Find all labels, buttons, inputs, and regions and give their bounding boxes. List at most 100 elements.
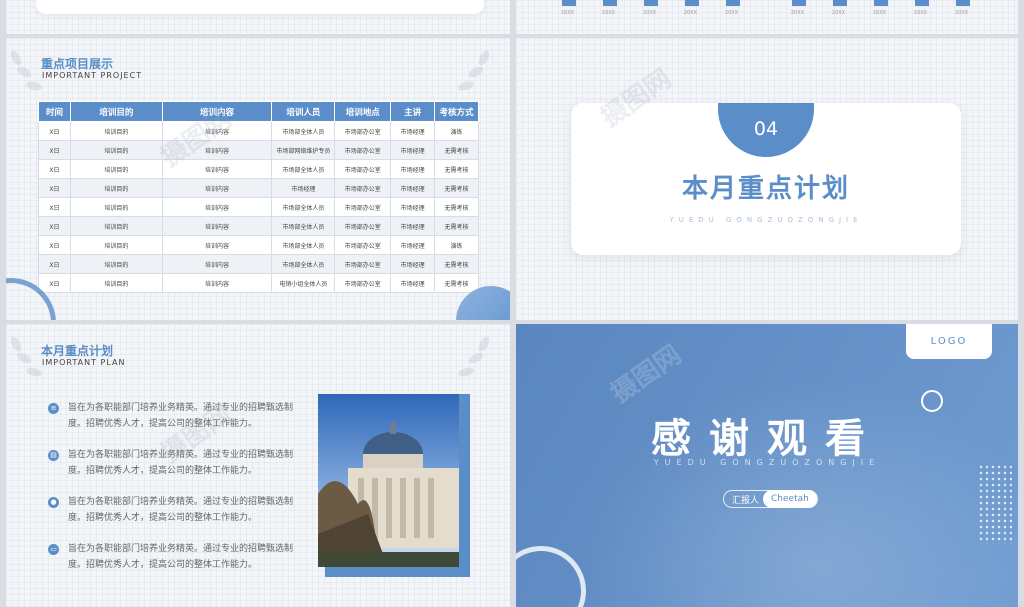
table-cell: X日 <box>38 235 71 255</box>
table-cell: 市场部办公室 <box>334 197 392 217</box>
list-item-text: 旨在为各职能部门培养业务精英。通过专业的招聘甄选制度。招聘优秀人才，提高公司的整… <box>68 450 294 476</box>
table-cell: 培训目的 <box>69 273 163 293</box>
list-icon: ≡ <box>48 403 59 414</box>
table-cell: 市场部全体人员 <box>271 254 336 274</box>
table-cell: 培训内容 <box>161 140 273 160</box>
table-cell: 无需考核 <box>434 178 479 198</box>
table-row: X日 培训目的 培训内容 市场部网络维护专员 市场部办公室 市场经理 无需考核 <box>38 140 479 160</box>
mini-label: 20XX <box>724 10 739 16</box>
table-cell: 培训内容 <box>161 235 273 255</box>
list-item-text: 旨在为各职能部门培养业务精英。通过专业的招聘甄选制度。招聘优秀人才，提高公司的整… <box>68 544 294 570</box>
list-item-text: 旨在为各职能部门培养业务精英。通过专业的招聘甄选制度。招聘优秀人才，提高公司的整… <box>68 403 294 429</box>
section-title: 本月重点计划 <box>41 344 114 358</box>
decor-ring <box>921 390 943 412</box>
thanks-subtitle: YUEDU GONGZUOZONGJIE <box>653 458 881 467</box>
column-header: 培训目的 <box>69 101 163 122</box>
thanks-title: 感谢观看 <box>651 416 883 462</box>
thanks-slide: LOGO 感谢观看 YUEDU GONGZUOZONGJIE 汇报人 Cheet… <box>516 324 1018 607</box>
building-photo <box>318 394 459 567</box>
mini-bar <box>562 0 576 6</box>
table-cell: 市场部全体人员 <box>271 197 336 217</box>
table-cell: X日 <box>38 197 71 217</box>
mini-label: 20XX <box>642 10 657 16</box>
column-header: 培训地点 <box>334 101 392 122</box>
mini-bar <box>685 0 699 6</box>
table-cell: X日 <box>38 140 71 160</box>
table-cell: 无需考核 <box>434 254 479 274</box>
table-row: X日 培训目的 培训内容 市场部全体人员 市场部办公室 市场经理 无需考核 <box>38 216 479 236</box>
mini-bars-left <box>562 0 740 6</box>
column-header: 考核方式 <box>434 101 479 122</box>
section-subtitle: IMPORTANT PROJECT <box>42 71 143 80</box>
table-cell: 市场部网络维护专员 <box>271 140 336 160</box>
table-cell: 市场经理 <box>390 197 436 217</box>
reporter-label: 汇报人 <box>732 495 760 506</box>
table-cell: 培训内容 <box>161 216 273 236</box>
table-cell: 演练 <box>434 121 479 141</box>
table-cell: 培训内容 <box>161 273 273 293</box>
mini-bars-right <box>792 0 970 6</box>
table-cell: 培训内容 <box>161 159 273 179</box>
location-icon: ● <box>48 497 59 508</box>
reporter-name: Cheetah <box>763 490 817 508</box>
section-number-badge: 04 <box>718 103 814 157</box>
table-cell: 市场部办公室 <box>334 235 392 255</box>
table-cell: 市场经理 <box>271 178 336 198</box>
mini-label: 20XX <box>831 10 846 16</box>
section-number: 04 <box>753 118 779 140</box>
table-cell: 演练 <box>434 235 479 255</box>
mini-labels-right: 20XX 20XX 20XX 20XX 20XX <box>786 10 973 16</box>
mini-bar <box>644 0 658 6</box>
important-plan-slide: 本月重点计划 IMPORTANT PLAN ≡ 旨在为各职能部门培养业务精英。通… <box>6 324 510 607</box>
table-cell: X日 <box>38 254 71 274</box>
mini-label: 20XX <box>601 10 616 16</box>
table-cell: 市场经理 <box>390 273 436 293</box>
monitor-icon: ▭ <box>48 544 59 555</box>
table-cell: 市场经理 <box>390 159 436 179</box>
table-cell: 培训目的 <box>69 235 163 255</box>
table-cell: 市场部办公室 <box>334 140 392 160</box>
section-subtitle: YUEDU GONGZUOZONGJIE <box>669 216 863 224</box>
column-header: 时间 <box>38 101 71 122</box>
mini-label: 20XX <box>683 10 698 16</box>
table-cell: 市场部办公室 <box>334 273 392 293</box>
table-row: X日 培训目的 培训内容 市场部全体人员 市场部办公室 市场经理 无需考核 <box>38 197 479 217</box>
table-cell: 无需考核 <box>434 159 479 179</box>
table-cell: 培训目的 <box>69 178 163 198</box>
table-cell: 培训目的 <box>69 197 163 217</box>
table-row: X日 培训目的 培训内容 市场部全体人员 市场部办公室 市场经理 演练 <box>38 121 479 141</box>
list-item-text: 旨在为各职能部门培养业务精英。通过专业的招聘甄选制度。招聘优秀人才，提高公司的整… <box>68 497 294 523</box>
column-header: 培训人员 <box>271 101 336 122</box>
table-cell: 培训目的 <box>69 121 163 141</box>
table-row: X日 培训目的 培训内容 市场部全体人员 市场部办公室 市场经理 演练 <box>38 235 479 255</box>
table-cell: X日 <box>38 178 71 198</box>
section-title: 本月重点计划 <box>681 174 850 204</box>
laurel-icon <box>458 50 490 91</box>
table-header-row: 时间 培训目的 培训内容 培训人员 培训地点 主讲 考核方式 <box>38 101 479 122</box>
section-04-slide: 04 本月重点计划 YUEDU GONGZUOZONGJIE 摄图网 <box>516 38 1018 320</box>
mini-bar <box>874 0 888 6</box>
table-cell: 市场部办公室 <box>334 216 392 236</box>
table-cell: 无需考核 <box>434 140 479 160</box>
table-cell: X日 <box>38 216 71 236</box>
table-cell: X日 <box>38 273 71 293</box>
dot-grid <box>978 464 1012 544</box>
table-cell: 市场部办公室 <box>334 254 392 274</box>
table-cell: 市场经理 <box>390 121 436 141</box>
mini-bar <box>603 0 617 6</box>
mini-bar <box>915 0 929 6</box>
table-cell: 无需考核 <box>434 216 479 236</box>
table-cell: 市场部全体人员 <box>271 216 336 236</box>
mini-label: 20XX <box>560 10 575 16</box>
project-table-slide: 重点项目展示 IMPORTANT PROJECT 时间 培训目的 培训内容 培训… <box>6 38 510 320</box>
mini-label: 20XX <box>913 10 928 16</box>
mini-label: 20XX <box>872 10 887 16</box>
table-cell: 市场部办公室 <box>334 178 392 198</box>
table-cell: 市场部办公室 <box>334 121 392 141</box>
mini-label: 20XX <box>790 10 805 16</box>
mini-bar <box>956 0 970 6</box>
mini-label: 20XX <box>954 10 969 16</box>
mini-labels-left: 20XX 20XX 20XX 20XX 20XX <box>556 10 743 16</box>
table-cell: 市场经理 <box>390 235 436 255</box>
top-right-slide-remnant: 20XX 20XX 20XX 20XX 20XX 20XX 20XX 20XX … <box>516 0 1018 34</box>
